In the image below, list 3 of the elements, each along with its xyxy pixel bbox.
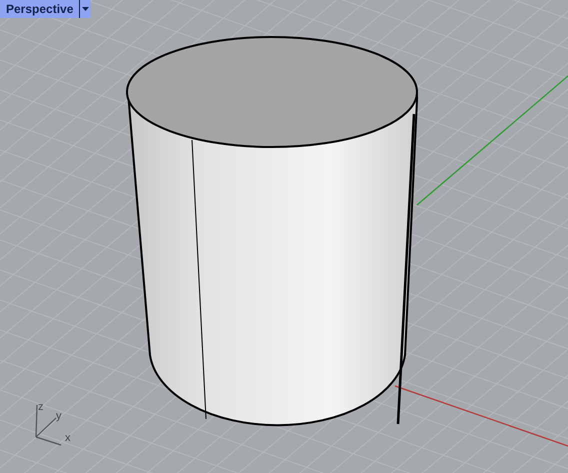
axis-label: x	[65, 433, 70, 444]
axis-label: y	[56, 411, 62, 422]
axis-label: z	[38, 402, 44, 413]
